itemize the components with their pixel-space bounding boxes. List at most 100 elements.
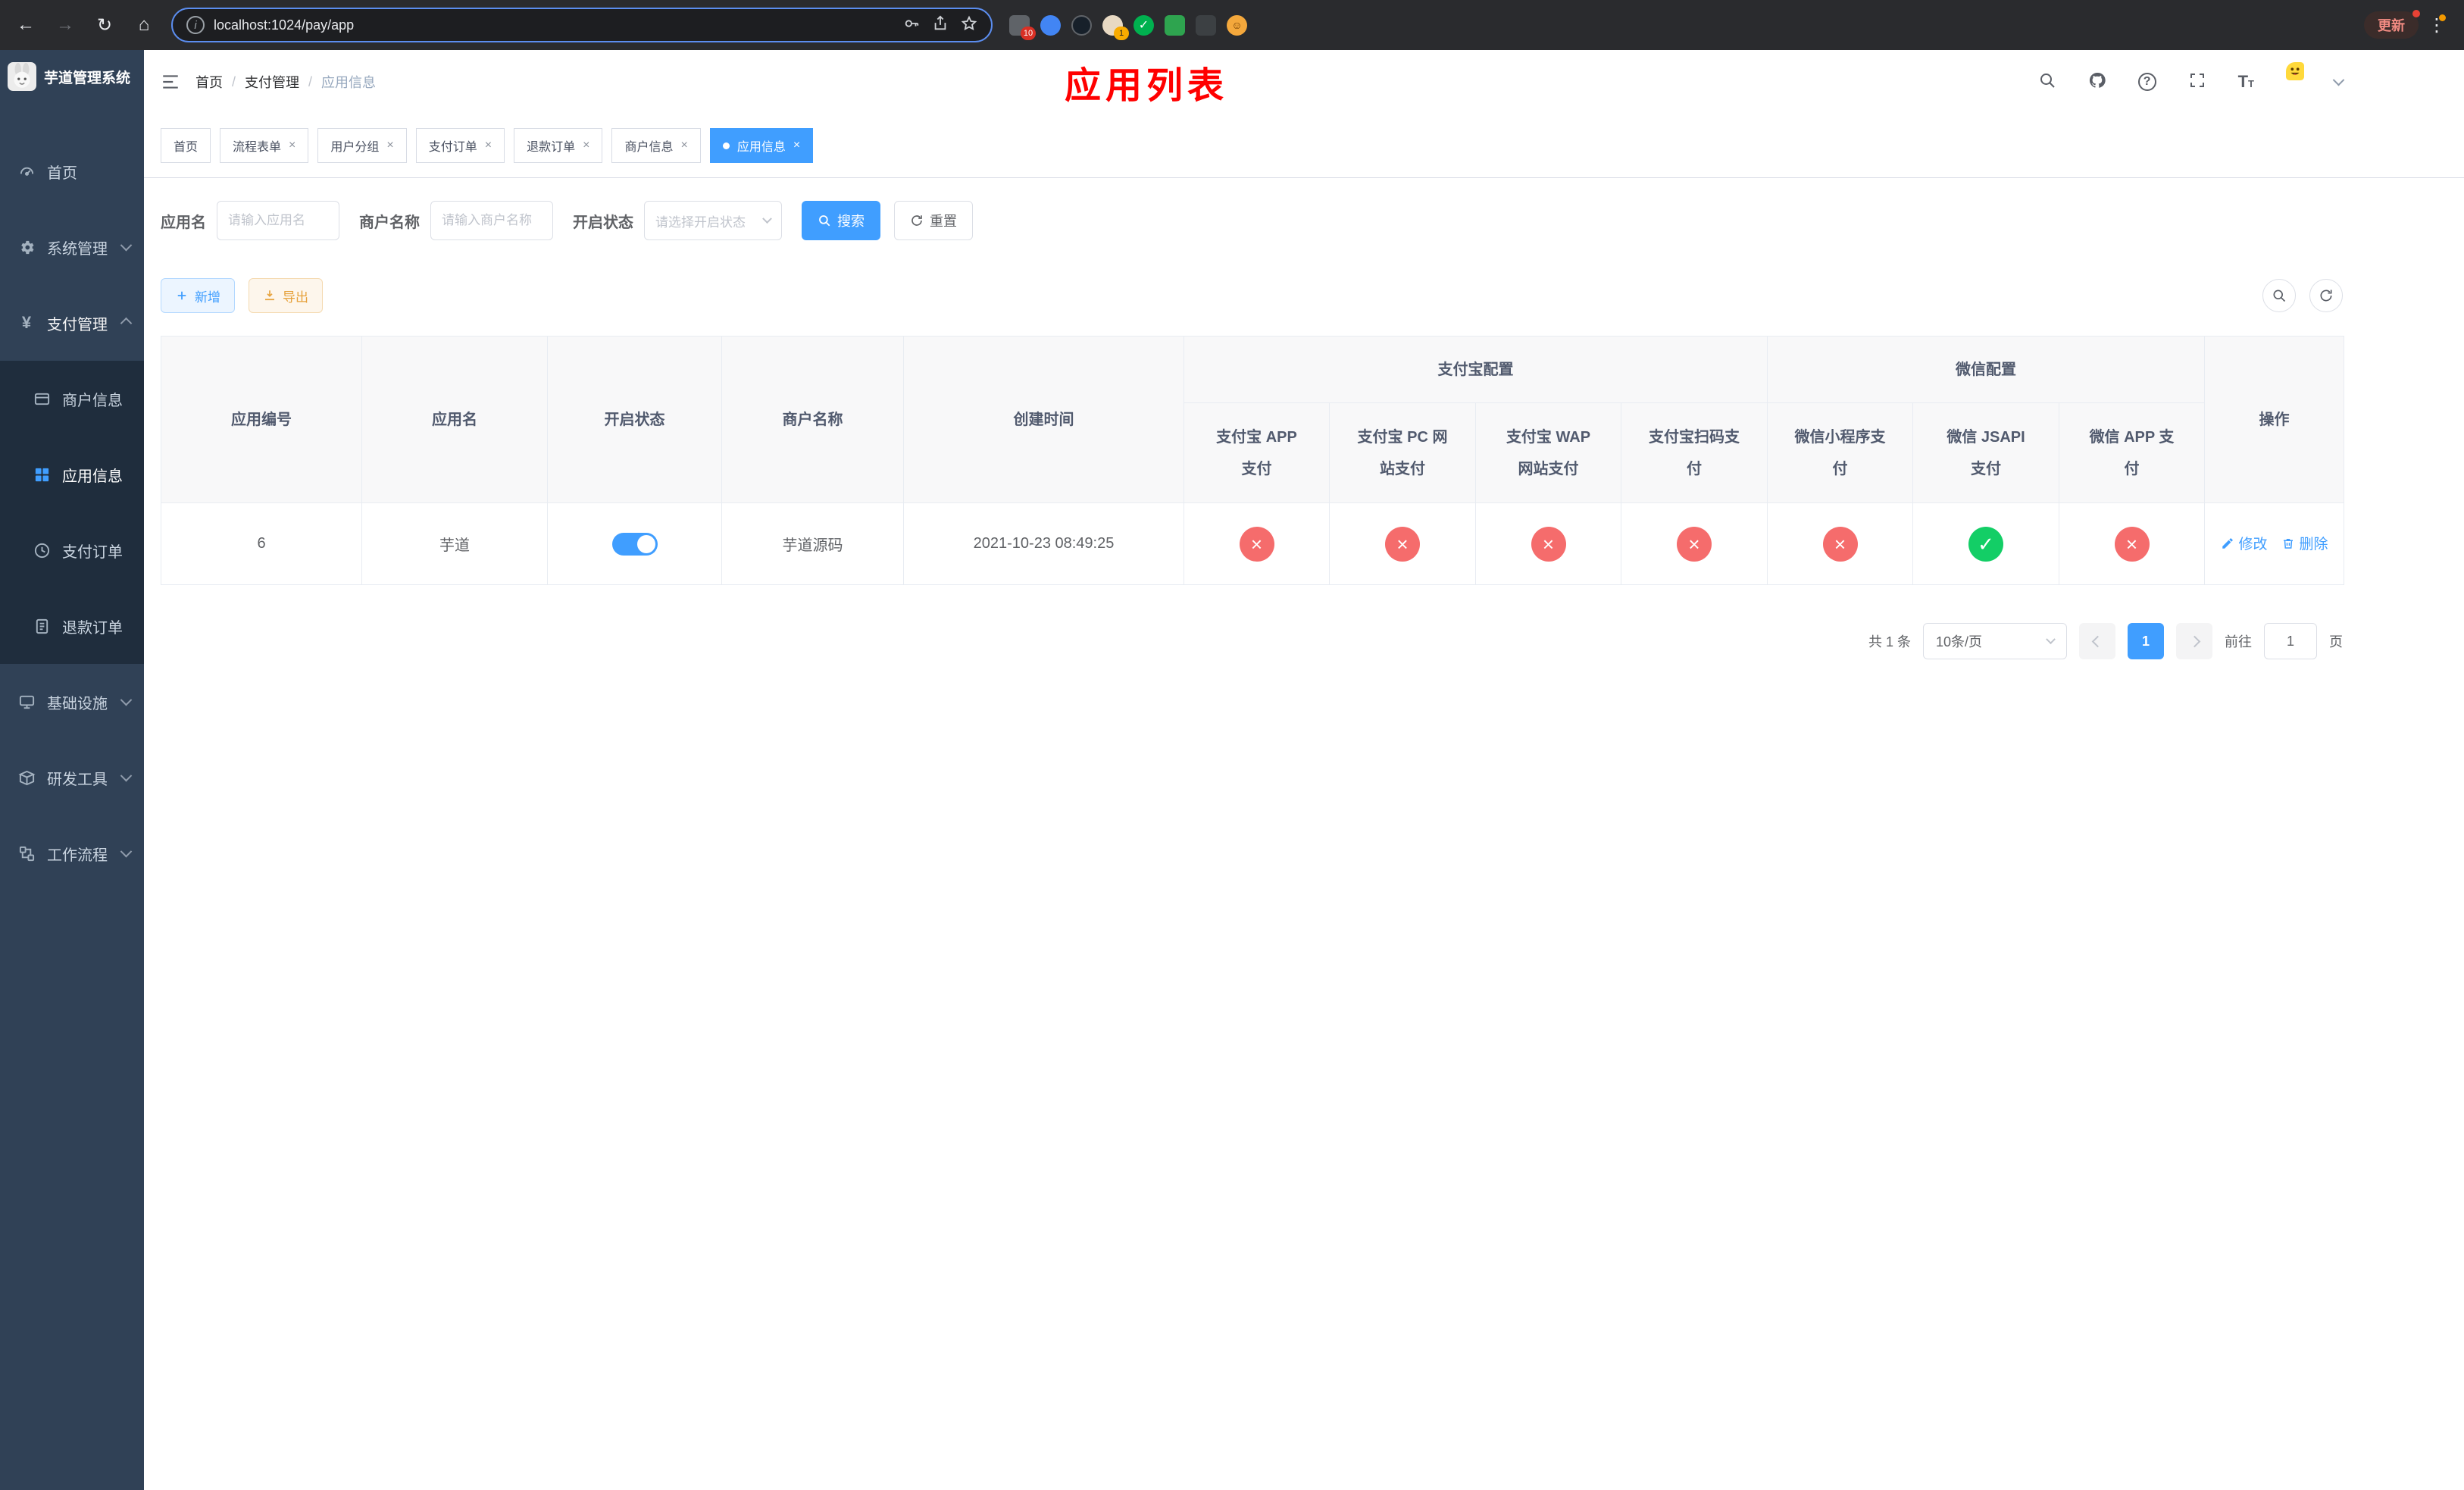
monitor-icon [17, 693, 36, 711]
status-select[interactable]: 请选择开启状态 [644, 201, 782, 240]
column-header-wechat-app: 微信 APP 支付 [2058, 402, 2206, 503]
url-text: localhost:1024/pay/app [214, 17, 355, 33]
page-size-select[interactable]: 10条/页 [1923, 623, 2067, 659]
app-logo[interactable]: 芋道管理系统 [0, 50, 144, 103]
alipay-qr-status-icon: × [1677, 526, 1712, 562]
box-icon [17, 769, 36, 787]
goto-page-input[interactable] [2264, 623, 2317, 659]
column-header-alipay-wap: 支付宝 WAP 网站支付 [1475, 402, 1621, 503]
fullscreen-icon[interactable] [2188, 71, 2206, 93]
help-icon[interactable]: ? [2137, 73, 2156, 91]
extension-avatar-icon[interactable]: 1 [1102, 14, 1129, 40]
chevron-down-icon [762, 213, 772, 224]
close-tab-icon[interactable]: × [386, 139, 393, 152]
sidebar-item-app-info[interactable]: 应用信息 [0, 437, 144, 512]
status-label: 开启状态 [573, 214, 633, 231]
tab-process-form[interactable]: 流程表单 × [220, 128, 309, 163]
grid-icon [32, 466, 52, 484]
column-header-alipay-app: 支付宝 APP 支付 [1184, 402, 1330, 503]
search-icon [819, 215, 830, 227]
merchant-name-input[interactable] [430, 201, 553, 240]
breadcrumb-payment[interactable]: 支付管理 [245, 72, 299, 92]
document-icon [32, 618, 52, 635]
browser-chrome: ← → ↻ ⌂ i localhost:1024/pay/app 10 1 ✓ [0, 0, 2464, 50]
reset-button[interactable]: 重置 [894, 201, 973, 240]
pagination: 共 1 条 10条/页 1 前往 页 [161, 623, 2343, 659]
wechat-lite-status-icon: × [1822, 526, 1858, 562]
tab-payment-orders[interactable]: 支付订单 × [415, 128, 505, 163]
browser-home-icon[interactable]: ⌂ [129, 14, 159, 36]
app-name-input[interactable] [217, 201, 339, 240]
tags-view: 首页 流程表单 × 用户分组 × 支付订单 × 退款订单 × 商户信息 × 应用… [144, 114, 2464, 178]
cell-app-id: 6 [161, 502, 362, 585]
filter-form: 应用名 商户名称 开启状态 请选择开启状态 搜索 重置 [161, 201, 2343, 240]
github-icon[interactable] [2088, 71, 2106, 93]
browser-menu-icon[interactable]: ⋮ [2428, 14, 2446, 36]
sidebar-item-dev-tools[interactable]: 研发工具 [0, 740, 144, 815]
column-header-wechat-jsapi: 微信 JSAPI 支付 [1912, 402, 2059, 503]
refresh-table-button[interactable] [2309, 279, 2343, 312]
share-icon[interactable] [932, 15, 949, 36]
user-avatar[interactable] [2286, 62, 2325, 102]
sidebar-item-system[interactable]: 系统管理 [0, 209, 144, 285]
address-bar[interactable]: i localhost:1024/pay/app [171, 8, 993, 42]
tab-home[interactable]: 首页 [161, 128, 211, 163]
extension-icon[interactable] [1040, 14, 1061, 36]
active-tab-dot [722, 142, 730, 149]
add-button[interactable]: 新增 [161, 278, 235, 313]
next-page-button[interactable] [2176, 623, 2212, 659]
browser-update-button[interactable]: 更新 [2364, 10, 2420, 39]
wechat-jsapi-status-icon: ✓ [1968, 526, 2003, 562]
chevron-down-icon [2046, 634, 2056, 644]
browser-back-icon[interactable]: ← [11, 14, 41, 36]
extension-icon[interactable]: ✓ [1134, 14, 1154, 36]
export-button[interactable]: 导出 [249, 278, 323, 313]
prev-page-button[interactable] [2079, 623, 2115, 659]
goto-label: 前往 [2225, 634, 2252, 650]
password-key-icon[interactable] [903, 15, 920, 36]
user-menu[interactable] [2286, 62, 2345, 102]
sidebar-item-merchant-info[interactable]: 商户信息 [0, 361, 144, 437]
sidebar-item-refund-orders[interactable]: 退款订单 [0, 588, 144, 664]
search-icon[interactable] [2038, 71, 2056, 93]
bookmark-star-icon[interactable] [961, 15, 977, 36]
page-content: 应用名 商户名称 开启状态 请选择开启状态 搜索 重置 [144, 178, 2464, 659]
extension-icon[interactable]: ☺ [1227, 14, 1247, 36]
font-size-icon[interactable]: TT [2238, 72, 2254, 92]
page-unit-label: 页 [2329, 634, 2343, 650]
chevron-down-icon [2332, 74, 2345, 86]
browser-forward-icon[interactable]: → [50, 14, 80, 36]
tab-refund-orders[interactable]: 退款订单 × [514, 128, 603, 163]
extension-icon[interactable] [1165, 14, 1185, 36]
close-tab-icon[interactable]: × [793, 139, 800, 152]
close-tab-icon[interactable]: × [583, 139, 589, 152]
close-tab-icon[interactable]: × [289, 139, 295, 152]
extension-icon[interactable] [1071, 14, 1092, 36]
tab-merchant-info[interactable]: 商户信息 × [611, 128, 701, 163]
breadcrumb-home[interactable]: 首页 [195, 72, 223, 92]
sidebar-item-infrastructure[interactable]: 基础设施 [0, 664, 144, 740]
pencil-icon [2222, 538, 2233, 549]
site-info-icon[interactable]: i [186, 16, 205, 34]
page-number-1[interactable]: 1 [2128, 623, 2164, 659]
search-button[interactable]: 搜索 [802, 201, 880, 240]
tab-app-info[interactable]: 应用信息 × [709, 128, 814, 163]
extension-icon[interactable] [1196, 14, 1216, 36]
extension-badge: 1 [1114, 26, 1129, 40]
edit-link[interactable]: 修改 [2221, 533, 2268, 553]
close-tab-icon[interactable]: × [485, 139, 492, 152]
app-status-toggle[interactable] [611, 532, 658, 556]
extensions-puzzle-icon[interactable]: 10 [1009, 14, 1036, 40]
close-tab-icon[interactable]: × [680, 139, 687, 152]
sidebar-menu: 首页 系统管理 ¥ 支付管理 商户信息 应用信息 支付订单 退款订单 基础设施 … [0, 103, 144, 891]
sidebar-item-payment-orders[interactable]: 支付订单 [0, 512, 144, 588]
chevron-down-icon [120, 769, 133, 781]
show-search-toggle-button[interactable] [2262, 279, 2296, 312]
tab-user-group[interactable]: 用户分组 × [317, 128, 407, 163]
sidebar-item-workflow[interactable]: 工作流程 [0, 815, 144, 891]
delete-link[interactable]: 删除 [2281, 533, 2328, 553]
sidebar-collapse-icon[interactable] [161, 72, 180, 92]
sidebar-item-payment[interactable]: ¥ 支付管理 [0, 285, 144, 361]
browser-reload-icon[interactable]: ↻ [89, 14, 120, 36]
sidebar-item-home[interactable]: 首页 [0, 133, 144, 209]
